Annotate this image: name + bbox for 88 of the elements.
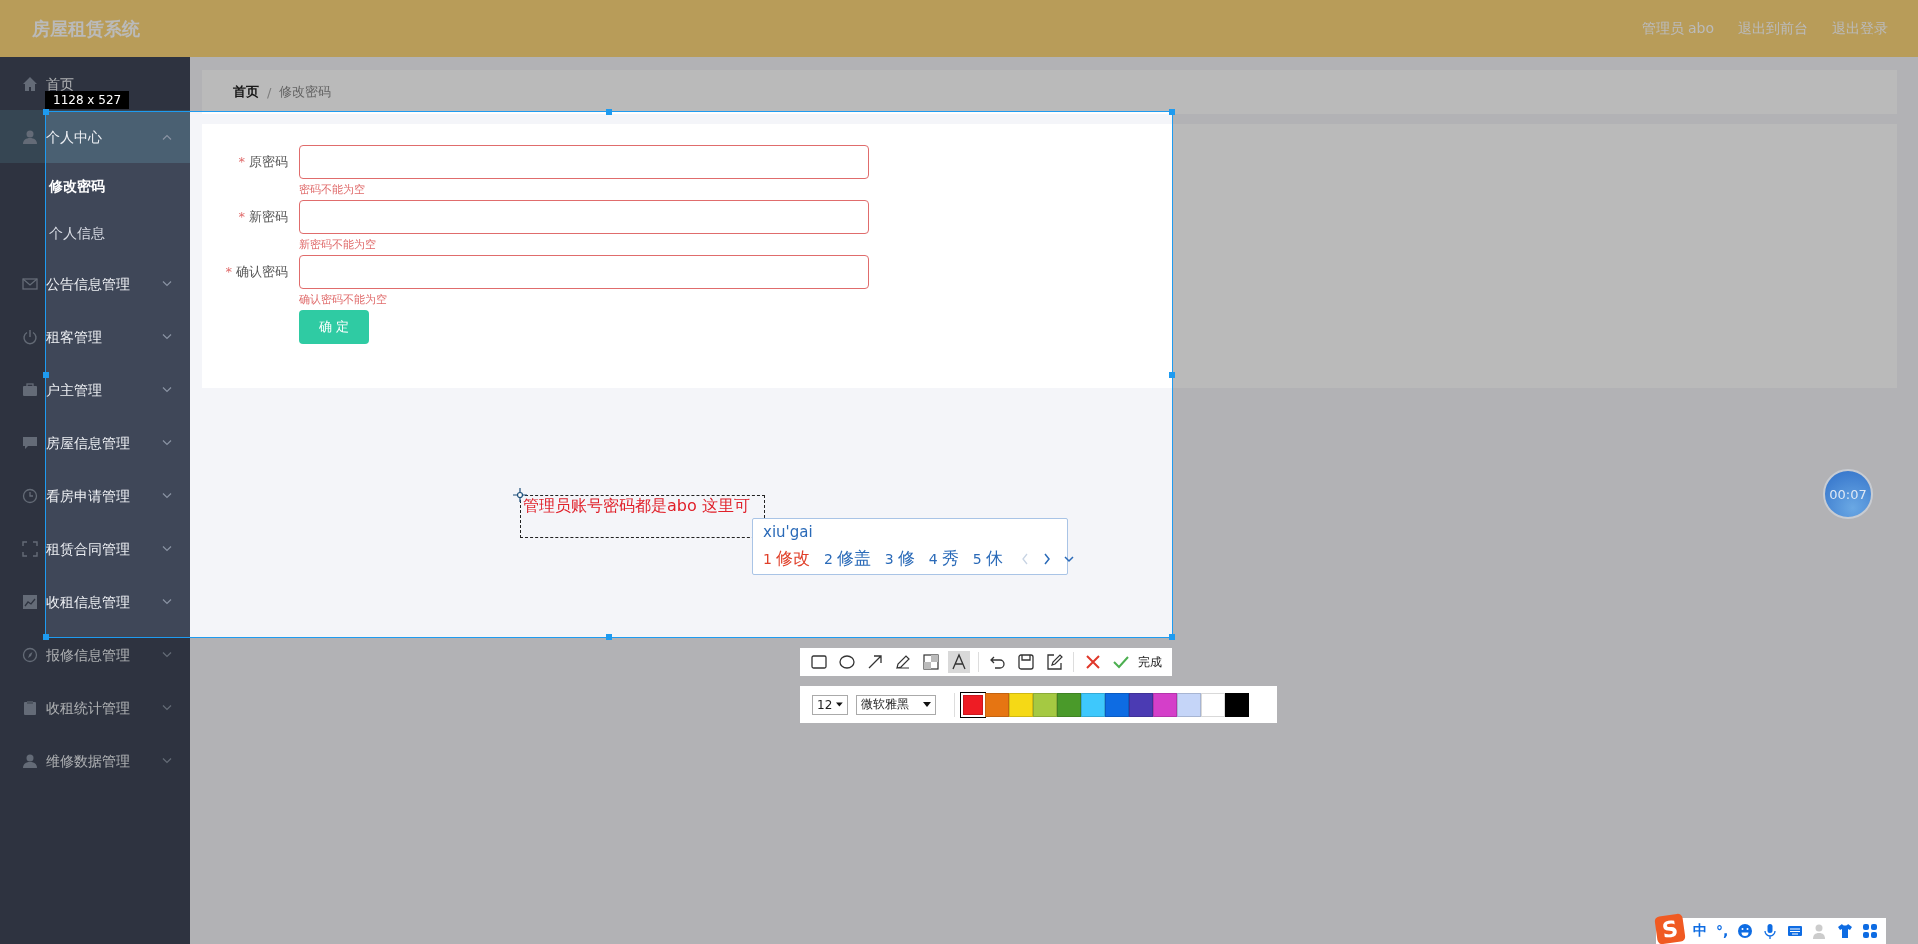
resize-handle[interactable] <box>1169 634 1175 640</box>
done-button[interactable]: 完成 <box>1138 653 1162 671</box>
chart-icon <box>22 593 38 610</box>
resize-handle[interactable] <box>43 634 49 640</box>
grid-icon[interactable] <box>1862 923 1879 939</box>
sidebar-item[interactable]: 公告信息管理 <box>46 275 130 292</box>
breadcrumb-link[interactable]: 首页 <box>233 83 259 101</box>
microphone-icon[interactable] <box>1762 923 1779 939</box>
ime-candidate[interactable]: 1 修改 <box>763 547 810 570</box>
power-icon <box>22 328 38 345</box>
sidebar-item[interactable]: 看房申请管理 <box>46 487 130 504</box>
password-field[interactable] <box>299 200 869 234</box>
pencil-icon[interactable] <box>894 653 912 671</box>
error-message: 确认密码不能为空 <box>299 292 388 308</box>
home-icon <box>22 75 38 92</box>
font-select[interactable]: 微软雅黑 <box>856 694 936 715</box>
password-field[interactable] <box>299 145 869 179</box>
mosaic-icon[interactable] <box>922 653 940 671</box>
sidebar-item[interactable]: 房屋信息管理 <box>46 434 130 451</box>
resize-handle[interactable] <box>43 109 49 115</box>
ime-composition: xiu'gai <box>763 522 814 542</box>
password-field[interactable] <box>299 255 869 289</box>
compass-icon <box>22 646 38 663</box>
color-swatch[interactable] <box>1105 692 1129 717</box>
color-swatch[interactable] <box>1057 692 1081 717</box>
ime-candidate[interactable]: 2 修盖 <box>823 547 871 570</box>
color-swatch[interactable] <box>1201 692 1225 717</box>
color-swatch[interactable] <box>1081 692 1105 717</box>
caret-down-icon <box>836 702 843 707</box>
clipboard-icon <box>22 699 38 716</box>
mail-icon <box>22 275 38 292</box>
ime-candidate[interactable]: 5 休 <box>972 547 1003 570</box>
user-icon <box>22 128 38 145</box>
color-swatch[interactable] <box>1129 692 1153 717</box>
color-swatch[interactable] <box>1153 692 1177 717</box>
recording-timer: 00:07 <box>1823 469 1873 519</box>
chat-icon <box>22 434 38 451</box>
text-tool-icon[interactable] <box>950 653 968 671</box>
edit-icon[interactable] <box>1045 653 1063 671</box>
caret-down-icon <box>923 702 931 707</box>
ime-logo[interactable]: S <box>1654 913 1686 944</box>
ime-candidate[interactable]: 3 修 <box>884 547 915 570</box>
user-icon <box>22 752 38 769</box>
sidebar-subitem[interactable]: 修改密码 <box>0 163 190 210</box>
sidebar-item[interactable]: 首页 <box>46 75 74 92</box>
app-title: 房屋租赁系统 <box>32 16 140 41</box>
resize-handle[interactable] <box>43 371 49 378</box>
annotation-text: 管理员账号密码都是abo 这里可 <box>523 496 751 516</box>
resize-handle[interactable] <box>606 109 612 115</box>
punctuation-toggle[interactable]: °, <box>1716 923 1729 939</box>
color-swatch[interactable] <box>985 692 1009 717</box>
field-label: * 确认密码 <box>224 263 289 281</box>
sidebar-item[interactable]: 维修数据管理 <box>46 752 130 769</box>
color-swatch[interactable] <box>1033 692 1057 717</box>
shirt-icon[interactable] <box>1837 923 1854 939</box>
field-label: * 新密码 <box>237 208 289 226</box>
sidebar-item[interactable]: 租赁合同管理 <box>46 540 130 557</box>
sidebar-item[interactable]: 户主管理 <box>46 381 102 398</box>
keyboard-icon[interactable] <box>1787 923 1804 939</box>
breadcrumb-separator: / <box>267 84 272 100</box>
error-message: 新密码不能为空 <box>299 237 377 253</box>
close-icon[interactable] <box>1084 653 1102 671</box>
color-swatch[interactable] <box>1177 692 1201 717</box>
resize-handle[interactable] <box>1169 371 1175 378</box>
sidebar-item[interactable]: 收租统计管理 <box>46 699 130 716</box>
ellipse-icon[interactable] <box>838 653 856 671</box>
font-size-select[interactable]: 12 <box>812 694 848 715</box>
selection-size-tooltip: 1128 x 527 <box>45 91 130 109</box>
color-swatch[interactable] <box>1009 692 1033 717</box>
arrow-icon[interactable] <box>866 653 884 671</box>
color-swatch[interactable] <box>1225 692 1249 717</box>
smiley-icon[interactable] <box>1737 923 1754 939</box>
ime-candidate[interactable]: 4 秀 <box>928 547 959 570</box>
save-icon[interactable] <box>1017 653 1035 671</box>
color-swatch[interactable] <box>961 692 985 717</box>
fullscreen-icon <box>22 540 38 557</box>
briefcase-icon <box>22 381 38 398</box>
error-message: 密码不能为空 <box>299 182 366 198</box>
clock-icon <box>22 487 38 504</box>
rectangle-icon[interactable] <box>810 653 828 671</box>
sidebar-item[interactable]: 收租信息管理 <box>46 593 130 610</box>
field-label: * 原密码 <box>237 153 289 171</box>
sidebar-subitem[interactable]: 个人信息 <box>0 210 190 257</box>
resize-handle[interactable] <box>606 634 612 640</box>
resize-handle[interactable] <box>1169 109 1175 115</box>
sidebar-item[interactable]: 租客管理 <box>46 328 102 345</box>
sidebar-item[interactable]: 报修信息管理 <box>46 646 130 663</box>
input-mode-toggle[interactable]: 中 <box>1693 922 1707 940</box>
